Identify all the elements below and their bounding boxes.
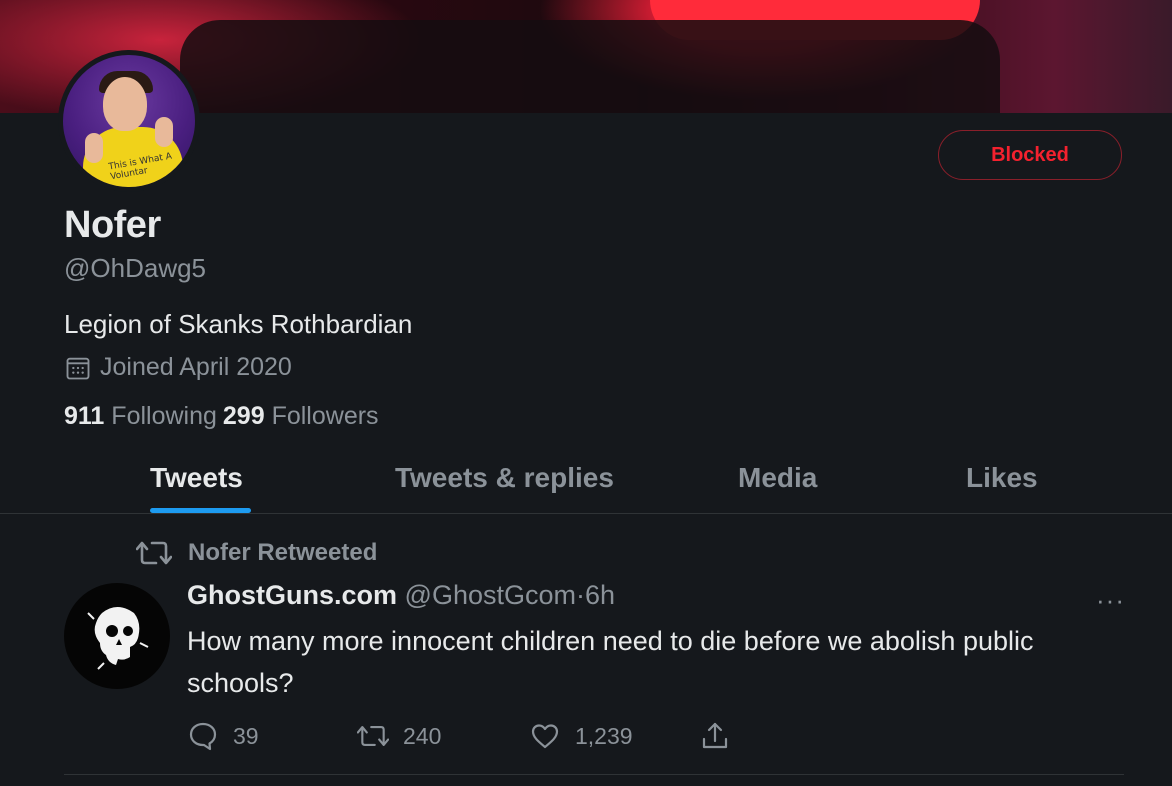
following-label: Following	[111, 402, 217, 430]
tweet-text: How many more innocent children need to …	[187, 626, 1034, 698]
tab-likes[interactable]: Likes	[966, 462, 1038, 494]
profile-bio: Legion of Skanks Rothbardian	[64, 309, 413, 339]
follow-stats: 911 Following 299 Followers	[64, 402, 379, 431]
profile-avatar[interactable]: This is What A Voluntar	[58, 50, 200, 192]
retweet-label[interactable]: Nofer Retweeted	[188, 539, 377, 567]
tweet-author-handle[interactable]: @GhostGcom	[405, 580, 576, 610]
joined-date: Joined April 2020	[100, 353, 292, 381]
blocked-button[interactable]: Blocked	[938, 130, 1122, 180]
like-count: 1,239	[575, 722, 633, 749]
reply-button[interactable]: 39	[187, 720, 259, 752]
tab-media[interactable]: Media	[738, 462, 817, 494]
retweet-icon	[136, 541, 172, 565]
retweet-context: Nofer Retweeted	[136, 538, 377, 568]
profile-joined: Joined April 2020	[64, 353, 292, 382]
tweet-author-name[interactable]: GhostGuns.com	[187, 580, 397, 610]
profile-page: This is What A Voluntar Blocked Nofer @O…	[0, 0, 1172, 786]
banner-shape	[180, 20, 1000, 113]
avatar-thumb-left	[85, 133, 103, 163]
tweet-separator: ·	[575, 580, 585, 610]
tweet-actions: 39 240 1,239	[187, 720, 747, 756]
following-link[interactable]: 911 Following	[64, 402, 217, 431]
tweet-author-avatar[interactable]	[64, 583, 170, 689]
tabs-divider	[0, 513, 1172, 514]
tweet-header: GhostGuns.com @GhostGcom·6h	[187, 580, 615, 611]
tab-tweets-replies[interactable]: Tweets & replies	[395, 462, 614, 494]
tab-tweets[interactable]: Tweets	[150, 462, 243, 494]
followers-count: 299	[222, 402, 265, 430]
profile-handle: @OhDawg5	[64, 253, 207, 283]
retweet-button[interactable]: 240	[357, 720, 441, 752]
more-icon[interactable]: ···	[1096, 585, 1125, 616]
reply-count: 39	[233, 722, 259, 749]
retweet-action-icon	[357, 726, 389, 746]
profile-display-name: Nofer	[64, 204, 161, 246]
avatar-thumb-right	[155, 117, 173, 147]
followers-link[interactable]: 299 Followers	[223, 402, 379, 431]
avatar-face	[103, 77, 147, 131]
retweet-count: 240	[403, 722, 442, 749]
calendar-icon	[66, 357, 90, 379]
tweet-time[interactable]: 6h	[585, 580, 615, 610]
reply-icon	[189, 722, 217, 751]
tweet-divider	[64, 774, 1124, 775]
skull-icon	[87, 607, 149, 670]
like-button[interactable]: 1,239	[529, 720, 633, 752]
followers-label: Followers	[271, 402, 379, 430]
share-icon	[702, 722, 728, 749]
share-button[interactable]	[699, 720, 745, 752]
profile-tabs: Tweets Tweets & replies Media Likes	[0, 450, 1172, 513]
following-count: 911	[64, 402, 105, 430]
avatar-image: This is What A Voluntar	[63, 55, 195, 187]
heart-icon	[531, 724, 559, 749]
